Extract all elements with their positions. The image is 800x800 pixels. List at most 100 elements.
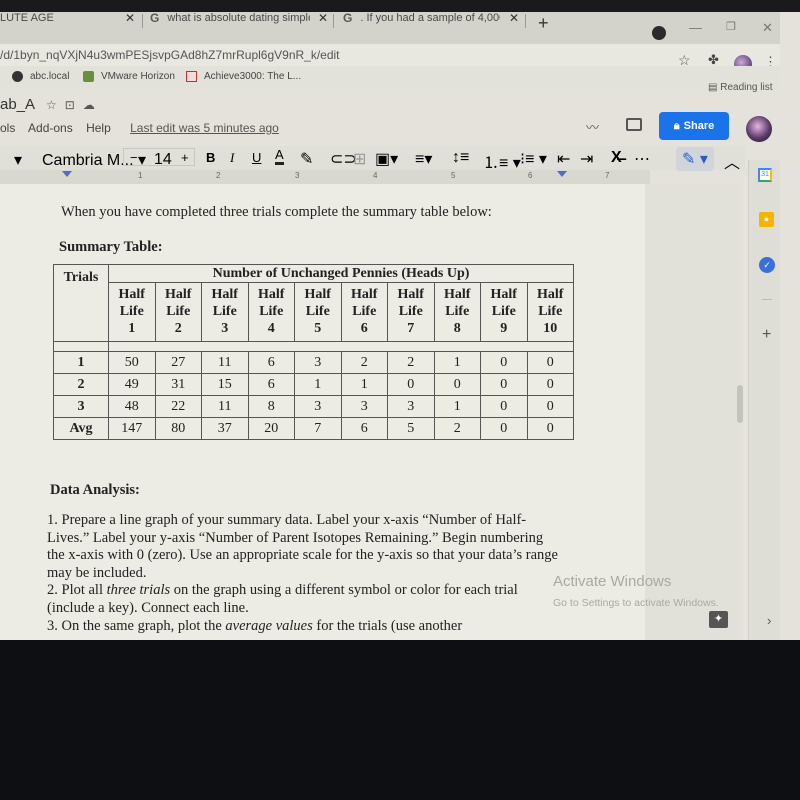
table-cell[interactable]: 3 bbox=[294, 395, 342, 418]
user-avatar[interactable] bbox=[746, 116, 772, 142]
text-color-button[interactable]: A bbox=[275, 148, 284, 165]
table-cell[interactable]: 0 bbox=[526, 417, 574, 440]
style-dropdown-chevron-icon[interactable]: ▾ bbox=[14, 150, 22, 170]
table-cell[interactable]: 80 bbox=[154, 417, 202, 440]
bold-button[interactable]: B bbox=[206, 150, 215, 165]
share-button[interactable]: 🔒︎ Share bbox=[659, 112, 729, 140]
underline-button[interactable]: U bbox=[252, 150, 261, 165]
table-cell[interactable]: 48 bbox=[108, 395, 156, 418]
table-cell[interactable]: 6 bbox=[340, 417, 388, 440]
font-size-input[interactable]: 14 bbox=[154, 151, 172, 169]
tab-2[interactable]: G what is absolute dating simple d ✕ bbox=[150, 6, 335, 30]
table-cell[interactable]: 6 bbox=[247, 373, 295, 396]
tab-1[interactable]: LUTE AGE ✕ bbox=[0, 6, 140, 30]
close-icon[interactable]: ✕ bbox=[125, 11, 135, 25]
close-window-button[interactable]: ✕ bbox=[762, 20, 773, 36]
table-cell[interactable]: 31 bbox=[154, 373, 202, 396]
more-options-button[interactable]: ⋯ bbox=[634, 149, 650, 169]
table-cell[interactable]: 0 bbox=[480, 395, 528, 418]
explore-button[interactable]: ✦ bbox=[709, 611, 728, 628]
table-cell[interactable]: 49 bbox=[108, 373, 156, 396]
table-cell[interactable]: 22 bbox=[154, 395, 202, 418]
comment-history-icon[interactable] bbox=[626, 118, 642, 131]
table-cell[interactable]: 2 bbox=[433, 417, 481, 440]
insert-image-icon[interactable]: ▣▾ bbox=[375, 149, 398, 169]
close-icon[interactable]: ✕ bbox=[318, 11, 328, 25]
tasks-icon[interactable]: ✓ bbox=[759, 257, 775, 273]
table-cell[interactable]: 1 bbox=[433, 395, 481, 418]
left-indent-marker[interactable] bbox=[62, 171, 72, 177]
table-cell[interactable]: 2 bbox=[387, 351, 435, 374]
move-folder-icon[interactable]: ⊡ bbox=[65, 98, 83, 112]
table-cell[interactable]: 0 bbox=[480, 417, 528, 440]
last-edit-link[interactable]: Last edit was 5 minutes ago bbox=[130, 121, 279, 135]
activity-trend-icon[interactable]: 〰 bbox=[586, 117, 599, 136]
table-cell[interactable]: 27 bbox=[154, 351, 202, 374]
table-cell[interactable]: 0 bbox=[387, 373, 435, 396]
table-cell[interactable]: 0 bbox=[526, 395, 574, 418]
collapse-toolbar-icon[interactable]: ︿ bbox=[724, 149, 740, 173]
align-dropdown-icon[interactable]: ≡▾ bbox=[415, 149, 432, 169]
table-cell[interactable]: 11 bbox=[201, 351, 249, 374]
table-cell[interactable]: 3 bbox=[387, 395, 435, 418]
menu-add-ons[interactable]: Add-ons bbox=[28, 121, 73, 135]
vertical-scrollbar[interactable] bbox=[737, 385, 743, 423]
bookmark-abc-local[interactable]: abc.local bbox=[12, 71, 69, 82]
table-cell[interactable]: 3 bbox=[340, 395, 388, 418]
table-cell[interactable]: 11 bbox=[201, 395, 249, 418]
tab-title: . If you had a sample of 4,000 ra bbox=[360, 12, 500, 24]
close-icon[interactable]: ✕ bbox=[509, 11, 519, 25]
table-cell[interactable]: 1 bbox=[340, 373, 388, 396]
add-addon-icon[interactable]: + bbox=[762, 326, 771, 344]
decrease-font-size-button[interactable]: − bbox=[130, 150, 138, 165]
table-cell[interactable]: 147 bbox=[108, 417, 156, 440]
table-cell[interactable]: 3 bbox=[294, 351, 342, 374]
table-cell[interactable]: 1 bbox=[433, 351, 481, 374]
cloud-status-icon[interactable]: ☁ bbox=[83, 98, 103, 112]
increase-font-size-button[interactable]: + bbox=[181, 150, 189, 165]
line-spacing-icon[interactable]: ↕≡ bbox=[452, 149, 469, 167]
table-cell[interactable]: 8 bbox=[247, 395, 295, 418]
expand-side-panel-icon[interactable]: › bbox=[767, 613, 771, 628]
table-cell[interactable]: 1 bbox=[294, 373, 342, 396]
editing-mode-button[interactable]: ✎ ▾ bbox=[676, 147, 714, 171]
table-cell[interactable]: 0 bbox=[526, 373, 574, 396]
table-cell[interactable]: 0 bbox=[433, 373, 481, 396]
table-cell[interactable]: 5 bbox=[387, 417, 435, 440]
right-indent-marker[interactable] bbox=[557, 171, 567, 177]
bookmark-vmware[interactable]: VMware Horizon bbox=[83, 71, 175, 82]
tab-3[interactable]: G . If you had a sample of 4,000 ra ✕ bbox=[343, 6, 528, 30]
restore-button[interactable]: ❐ bbox=[726, 20, 736, 33]
table-cell[interactable]: 20 bbox=[247, 417, 295, 440]
table-cell[interactable]: 0 bbox=[480, 351, 528, 374]
table-cell[interactable]: 6 bbox=[247, 351, 295, 374]
reading-list-button[interactable]: ▤ Reading list bbox=[708, 82, 773, 93]
table-cell[interactable]: 37 bbox=[201, 417, 249, 440]
table-cell[interactable]: 7 bbox=[294, 417, 342, 440]
star-icon[interactable]: ☆ bbox=[46, 98, 65, 112]
keep-icon[interactable]: ● bbox=[759, 212, 774, 227]
highlight-color-icon[interactable]: ✎ bbox=[300, 149, 313, 169]
new-tab-button[interactable]: + bbox=[538, 14, 549, 32]
bulleted-list-icon[interactable]: ⁝≡ ▾ bbox=[520, 149, 547, 169]
italic-button[interactable]: I bbox=[230, 150, 234, 166]
table-cell[interactable]: 0 bbox=[480, 373, 528, 396]
google-icon: G bbox=[150, 11, 160, 25]
calendar-icon[interactable]: 31 bbox=[758, 168, 772, 182]
table-cell[interactable]: 2 bbox=[340, 351, 388, 374]
document-title[interactable]: ab_A bbox=[0, 96, 35, 113]
add-comment-icon[interactable]: ⊞ bbox=[353, 149, 366, 169]
increase-indent-icon[interactable]: ⇥ bbox=[580, 149, 593, 169]
table-cell[interactable]: 0 bbox=[526, 351, 574, 374]
ruler-mark: 3 bbox=[295, 171, 300, 180]
url-text[interactable]: /d/1byn_nqVXjN4u3wmPESjsvpGAd8hZ7mrRupl6… bbox=[0, 48, 340, 62]
table-cell[interactable]: 15 bbox=[201, 373, 249, 396]
profile-indicator-icon[interactable] bbox=[652, 26, 666, 40]
clear-formatting-icon[interactable]: X̶ bbox=[611, 149, 622, 167]
bookmark-achieve3000[interactable]: Achieve3000: The L... bbox=[186, 71, 301, 82]
menu-tools[interactable]: ols bbox=[0, 121, 15, 135]
menu-help[interactable]: Help bbox=[86, 121, 111, 135]
decrease-indent-icon[interactable]: ⇤ bbox=[557, 149, 570, 169]
table-cell[interactable]: 50 bbox=[108, 351, 156, 374]
minimize-button[interactable]: — bbox=[689, 20, 702, 35]
